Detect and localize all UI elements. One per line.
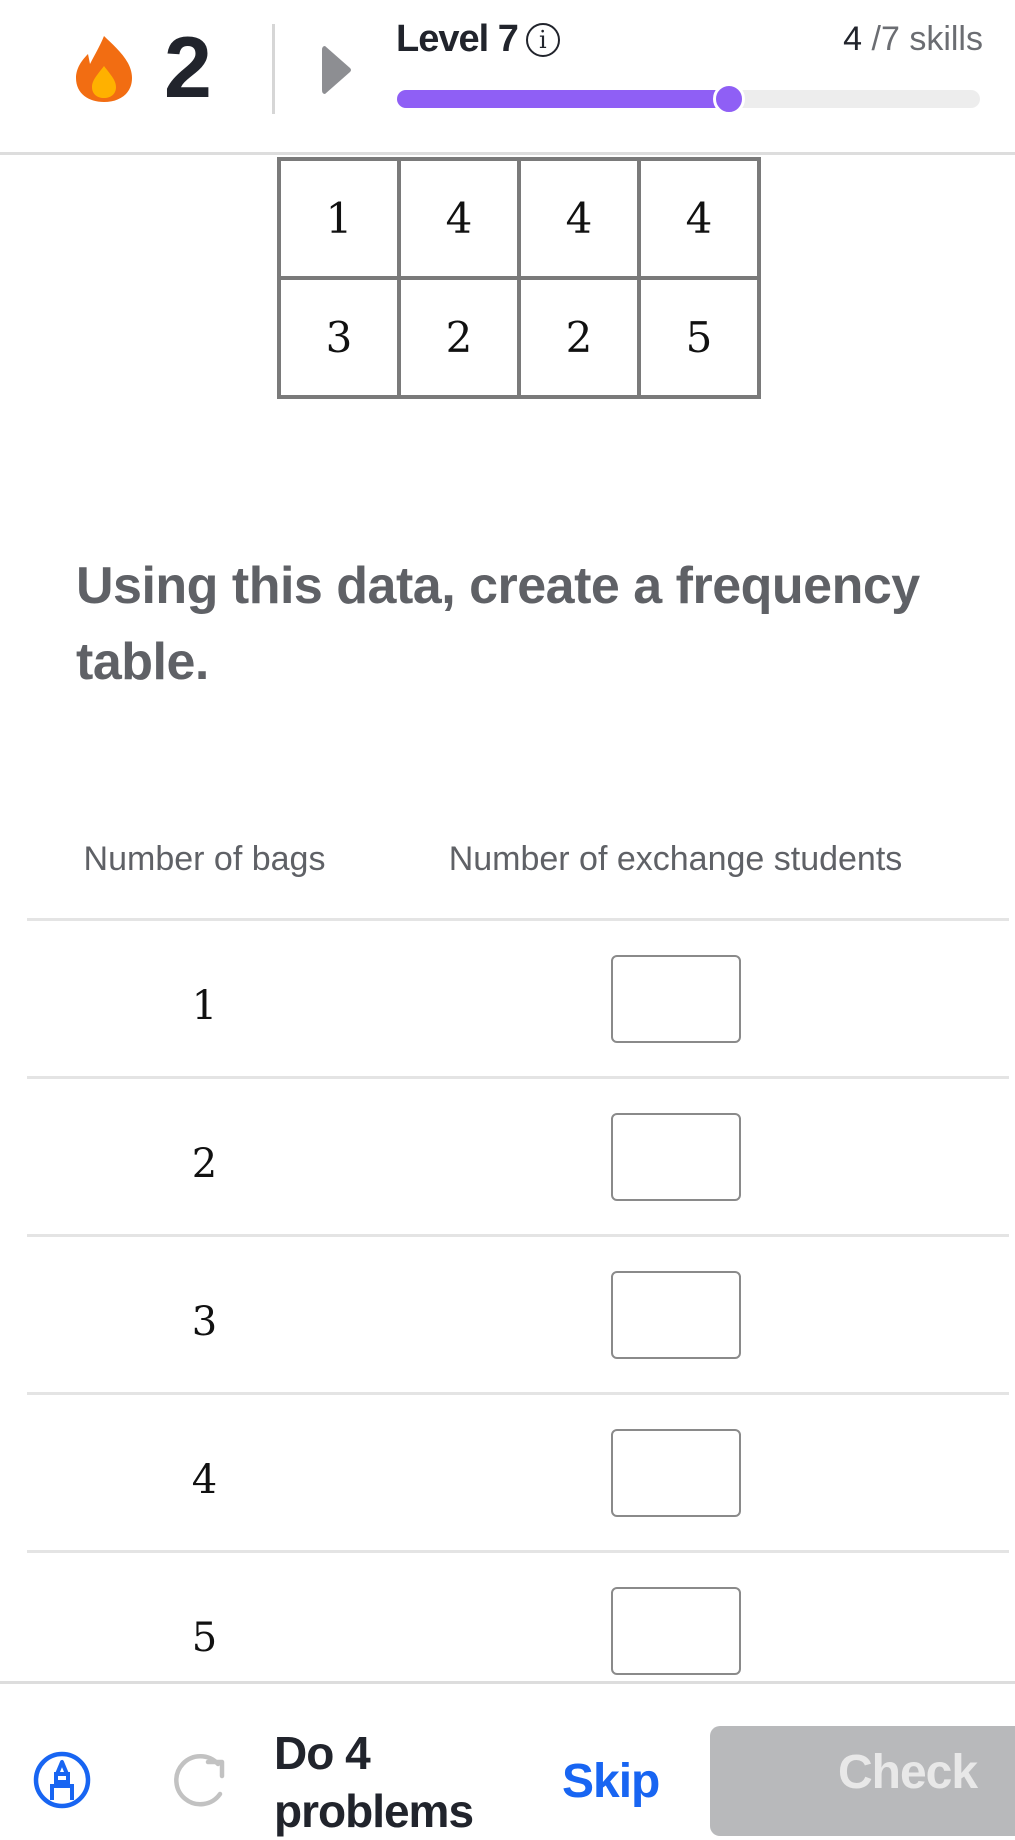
scratchpad-pencil-icon[interactable] [32, 1750, 92, 1810]
frequency-input-3[interactable] [610, 1270, 741, 1359]
frequency-table-header: Number of bags Number of exchange studen… [27, 800, 1009, 921]
skills-total: /7 skills [862, 20, 983, 58]
level-progress-thumb [713, 83, 746, 115]
header-divider [272, 24, 275, 114]
table-row: 1 [27, 921, 1009, 1079]
data-cell: 2 [517, 276, 641, 399]
retry-icon[interactable] [170, 1750, 236, 1810]
data-table-row: 3 2 2 5 [277, 276, 761, 399]
data-cell: 3 [277, 276, 401, 399]
skills-progress-text: 4 /7 skills [843, 20, 983, 59]
exercise-footer: Do 4 problems Skip Check [0, 1681, 1015, 1837]
frequency-table: Number of bags Number of exchange studen… [27, 800, 1009, 1708]
exercise-header: 2 Level 7 i 4 /7 skills [0, 0, 1015, 155]
column-header-students: Number of exchange students [448, 839, 903, 878]
data-cell: 1 [277, 157, 401, 280]
data-cell: 4 [637, 157, 761, 280]
play-icon[interactable] [322, 44, 352, 96]
check-button[interactable]: Check [710, 1726, 1015, 1836]
bag-count-value: 3 [191, 1298, 218, 1345]
question-prompt: Using this data, create a frequency tabl… [76, 557, 920, 691]
table-row: 3 [27, 1237, 1009, 1395]
data-table-row: 1 4 4 4 [277, 157, 761, 280]
do-problems-label: Do 4 problems [274, 1727, 474, 1837]
column-header-bags: Number of bags [83, 839, 326, 878]
level-title: Level 7 i [396, 18, 560, 61]
info-icon[interactable]: i [525, 22, 560, 57]
level-progress-bar [397, 83, 980, 115]
frequency-input-5[interactable] [610, 1586, 741, 1675]
frequency-input-1[interactable] [610, 954, 741, 1043]
frequency-input-2[interactable] [610, 1112, 741, 1201]
streak-flame-icon [76, 36, 132, 102]
data-cell: 2 [397, 276, 521, 399]
streak-count: 2 [164, 20, 212, 116]
bag-count-value: 5 [191, 1614, 218, 1661]
data-table: 1 4 4 4 3 2 2 5 [277, 157, 761, 399]
table-row: 2 [27, 1079, 1009, 1237]
data-cell: 4 [517, 157, 641, 280]
data-cell: 4 [397, 157, 521, 280]
level-progress-fill [397, 90, 730, 108]
skip-button[interactable]: Skip [562, 1754, 660, 1809]
bag-count-value: 4 [191, 1456, 218, 1503]
bag-count-value: 2 [191, 1140, 218, 1187]
bag-count-value: 1 [191, 982, 218, 1029]
table-row: 4 [27, 1395, 1009, 1553]
frequency-input-4[interactable] [610, 1428, 741, 1517]
data-cell: 5 [637, 276, 761, 399]
skills-done: 4 [843, 20, 863, 58]
level-label: Level 7 [396, 18, 519, 60]
